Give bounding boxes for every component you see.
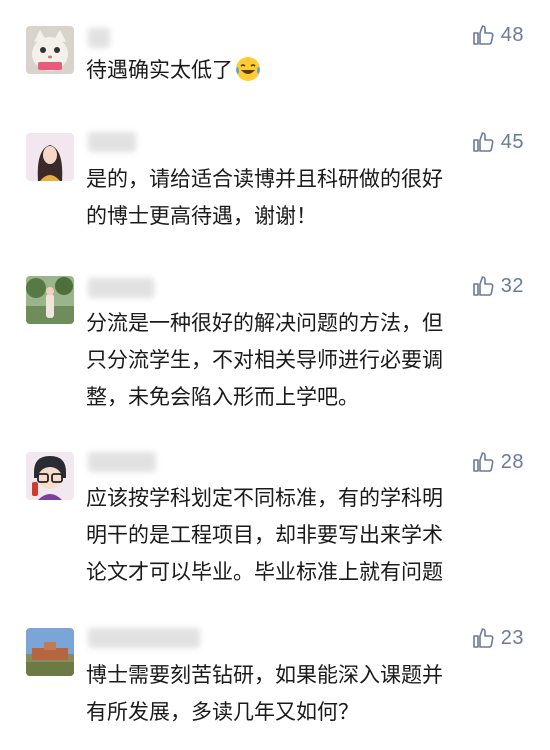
thumbs-up-icon (472, 452, 494, 472)
cartoon-glasses-avatar-image (26, 452, 74, 500)
username-blurred (88, 28, 110, 48)
comment-text: 是的，请给适合读博并且科研做的很好 的博士更高待遇，谢谢！ (86, 167, 443, 228)
like-count: 32 (500, 274, 524, 297)
thumbs-up-icon (472, 276, 494, 296)
like-count: 23 (500, 626, 524, 649)
like-count: 48 (500, 23, 524, 46)
avatar[interactable] (26, 133, 74, 181)
outdoor-avatar-image (26, 276, 74, 324)
like-button[interactable]: 48 (471, 21, 524, 49)
like-count: 45 (500, 130, 524, 153)
avatar[interactable] (26, 452, 74, 500)
girl-avatar-image (26, 133, 74, 181)
username-blurred (88, 628, 200, 648)
like-button[interactable]: 23 (471, 624, 524, 652)
username-blurred (88, 132, 136, 152)
avatar[interactable] (26, 26, 74, 74)
like-button[interactable]: 45 (471, 128, 524, 156)
thumbs-up-icon (472, 132, 494, 152)
laughing-crying-emoji (235, 56, 261, 94)
like-button[interactable]: 28 (471, 448, 524, 476)
avatar[interactable] (26, 276, 74, 324)
username-blurred (88, 278, 154, 298)
landscape-avatar-image (26, 628, 74, 676)
comment-text: 分流是一种很好的解决问题的方法，但 只分流学生，不对相关导师进行必要调 整，未免… (86, 311, 443, 409)
like-button[interactable]: 32 (471, 272, 524, 300)
thumbs-up-icon (472, 25, 494, 45)
like-count: 28 (500, 450, 524, 473)
thumbs-up-icon (472, 628, 494, 648)
avatar[interactable] (26, 628, 74, 676)
comment-text: 待遇确实太低了 (86, 52, 522, 94)
cat-avatar-image (26, 26, 74, 74)
username-blurred (88, 452, 156, 472)
comment-text: 应该按学科划定不同标准，有的学科明 明干的是工程项目，却非要写出来学术 论文才可… (86, 486, 443, 584)
comment-text: 博士需要刻苦钻研，如果能深入课题并 有所发展，多读几年又如何？ (86, 663, 443, 724)
